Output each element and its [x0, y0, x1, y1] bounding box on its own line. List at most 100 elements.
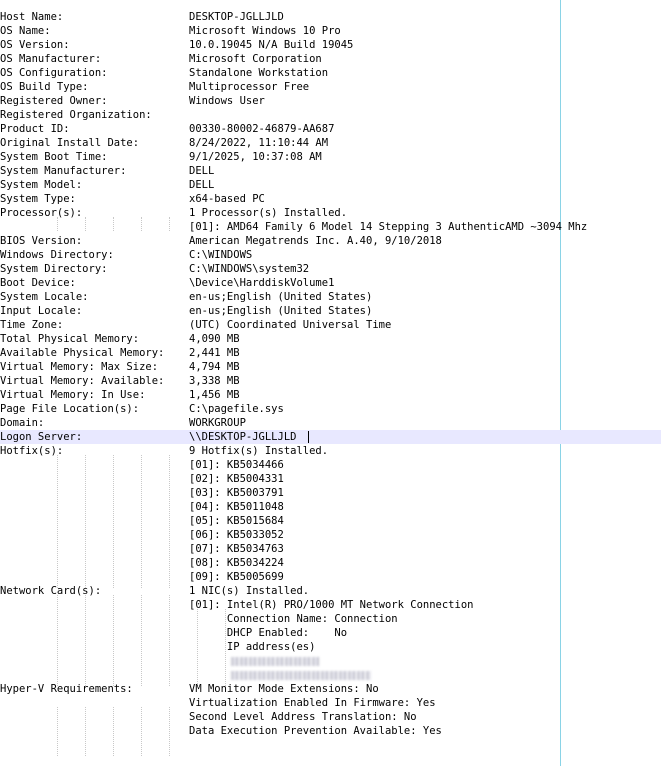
text-line: System Manufacturer: DELL	[0, 164, 661, 178]
line-value: x64-based PC	[189, 193, 265, 205]
line-value: DELL	[189, 179, 215, 191]
line-label: OS Name:	[0, 25, 51, 37]
line-label: Virtual Memory: Max Size:	[0, 361, 159, 373]
line-value: 1 NIC(s) Installed.	[189, 585, 310, 597]
line-label: Processor(s):	[0, 207, 83, 219]
line-value: American Megatrends Inc. A.40, 9/10/2018	[189, 235, 442, 247]
line-label: System Locale:	[0, 291, 89, 303]
text-line: [01]: AMD64 Family 6 Model 14 Stepping 3…	[0, 220, 661, 234]
text-line: Domain: WORKGROUP	[0, 416, 661, 430]
line-value: 2,441 MB	[189, 347, 240, 359]
line-value: Multiprocessor Free	[189, 81, 310, 93]
line-label: Virtual Memory: In Use:	[0, 389, 146, 401]
text-line: System Directory: C:\WINDOWS\system32	[0, 262, 661, 276]
line-label: Total Physical Memory:	[0, 333, 140, 345]
line-value: [04]: KB5011048	[189, 501, 284, 513]
text-line: Registered Organization:	[0, 108, 661, 122]
text-line: [07]: KB5034763	[0, 542, 661, 556]
current-line[interactable]: Logon Server: \\DESKTOP-JGLLJLD	[0, 430, 661, 444]
line-value: 1 Processor(s) Installed.	[189, 207, 348, 219]
text-line: Available Physical Memory: 2,441 MB	[0, 346, 661, 360]
line-label: Logon Server:	[0, 431, 83, 443]
text-line: Hotfix(s): 9 Hotfix(s) Installed.	[0, 444, 661, 458]
line-label: Registered Organization:	[0, 109, 152, 121]
text-line: Boot Device: \Device\HarddiskVolume1	[0, 276, 661, 290]
line-label: Boot Device:	[0, 277, 76, 289]
line-value: 3,338 MB	[189, 375, 240, 387]
text-line	[0, 668, 661, 682]
text-caret	[308, 431, 309, 443]
line-value: [01]: KB5034466	[189, 459, 284, 471]
line-label: OS Build Type:	[0, 81, 89, 93]
line-label: OS Configuration:	[0, 67, 108, 79]
line-value: 1,456 MB	[189, 389, 240, 401]
line-value: C:\pagefile.sys	[189, 403, 284, 415]
redacted-ip-address	[231, 657, 319, 666]
text-line: Host Name: DESKTOP-JGLLJLD	[0, 10, 661, 24]
line-value: [01]: Intel(R) PRO/1000 MT Network Conne…	[189, 599, 474, 611]
line-value: Standalone Workstation	[189, 67, 329, 79]
line-value: \Device\HarddiskVolume1	[189, 277, 335, 289]
line-value: 9 Hotfix(s) Installed.	[189, 445, 329, 457]
text-line: Product ID: 00330-80002-46879-AA687	[0, 122, 661, 136]
line-value: [06]: KB5033052	[189, 529, 284, 541]
text-line: Input Locale: en-us;English (United Stat…	[0, 304, 661, 318]
text-line: System Boot Time: 9/1/2025, 10:37:08 AM	[0, 150, 661, 164]
line-value: Microsoft Corporation	[189, 53, 322, 65]
line-value: 10.0.19045 N/A Build 19045	[189, 39, 354, 51]
line-value: en-us;English (United States)	[189, 291, 373, 303]
text-line: System Locale: en-us;English (United Sta…	[0, 290, 661, 304]
text-line: BIOS Version: American Megatrends Inc. A…	[0, 234, 661, 248]
line-value: C:\WINDOWS\system32	[189, 263, 310, 275]
text-line: Total Physical Memory: 4,090 MB	[0, 332, 661, 346]
line-label: Time Zone:	[0, 319, 64, 331]
text-line: Windows Directory: C:\WINDOWS	[0, 248, 661, 262]
text-line: Processor(s): 1 Processor(s) Installed.	[0, 206, 661, 220]
text-line: Data Execution Prevention Available: Yes	[0, 724, 661, 738]
line-value: VM Monitor Mode Extensions: No	[189, 683, 379, 695]
line-value: DESKTOP-JGLLJLD	[189, 11, 284, 23]
text-line: [01]: KB5034466	[0, 458, 661, 472]
text-line: DHCP Enabled: No	[0, 626, 661, 640]
line-label: Product ID:	[0, 123, 70, 135]
text-line: Second Level Address Translation: No	[0, 710, 661, 724]
line-label: OS Version:	[0, 39, 70, 51]
line-label: Network Card(s):	[0, 585, 102, 597]
text-line: Original Install Date: 8/24/2022, 11:10:…	[0, 136, 661, 150]
line-label: System Directory:	[0, 263, 108, 275]
text-line: [04]: KB5011048	[0, 500, 661, 514]
line-label: Registered Owner:	[0, 95, 108, 107]
line-value: Second Level Address Translation: No	[189, 711, 417, 723]
line-label: Windows Directory:	[0, 249, 114, 261]
line-value: [02]: KB5004331	[189, 473, 284, 485]
text-line: [06]: KB5033052	[0, 528, 661, 542]
line-label: Domain:	[0, 417, 45, 429]
text-editor[interactable]: Host Name: DESKTOP-JGLLJLD OS Name: Micr…	[0, 0, 661, 766]
line-value: [05]: KB5015684	[189, 515, 284, 527]
text-line: Page File Location(s): C:\pagefile.sys	[0, 402, 661, 416]
text-line: Time Zone: (UTC) Coordinated Universal T…	[0, 318, 661, 332]
line-value: [01]: AMD64 Family 6 Model 14 Stepping 3…	[189, 221, 588, 233]
text-line: Virtual Memory: Max Size: 4,794 MB	[0, 360, 661, 374]
line-value: Connection Name: Connection	[189, 613, 398, 625]
line-value: Windows User	[189, 95, 265, 107]
text-line: OS Build Type: Multiprocessor Free	[0, 80, 661, 94]
line-value: Microsoft Windows 10 Pro	[189, 25, 341, 37]
line-label: Page File Location(s):	[0, 403, 140, 415]
text-line: [03]: KB5003791	[0, 486, 661, 500]
line-value: 4,794 MB	[189, 361, 240, 373]
line-label: System Manufacturer:	[0, 165, 127, 177]
line-value: [08]: KB5034224	[189, 557, 284, 569]
line-label: System Type:	[0, 193, 76, 205]
line-value: 00330-80002-46879-AA687	[189, 123, 335, 135]
text-line: Connection Name: Connection	[0, 612, 661, 626]
text-line: Registered Owner: Windows User	[0, 94, 661, 108]
text-line: OS Configuration: Standalone Workstation	[0, 66, 661, 80]
line-label: OS Manufacturer:	[0, 53, 102, 65]
text-line: Virtual Memory: In Use: 1,456 MB	[0, 388, 661, 402]
line-label: Available Physical Memory:	[0, 347, 165, 359]
line-label: Hyper-V Requirements:	[0, 683, 133, 695]
line-value: 8/24/2022, 11:10:44 AM	[189, 137, 329, 149]
text-line	[0, 654, 661, 668]
text-line: [08]: KB5034224	[0, 556, 661, 570]
